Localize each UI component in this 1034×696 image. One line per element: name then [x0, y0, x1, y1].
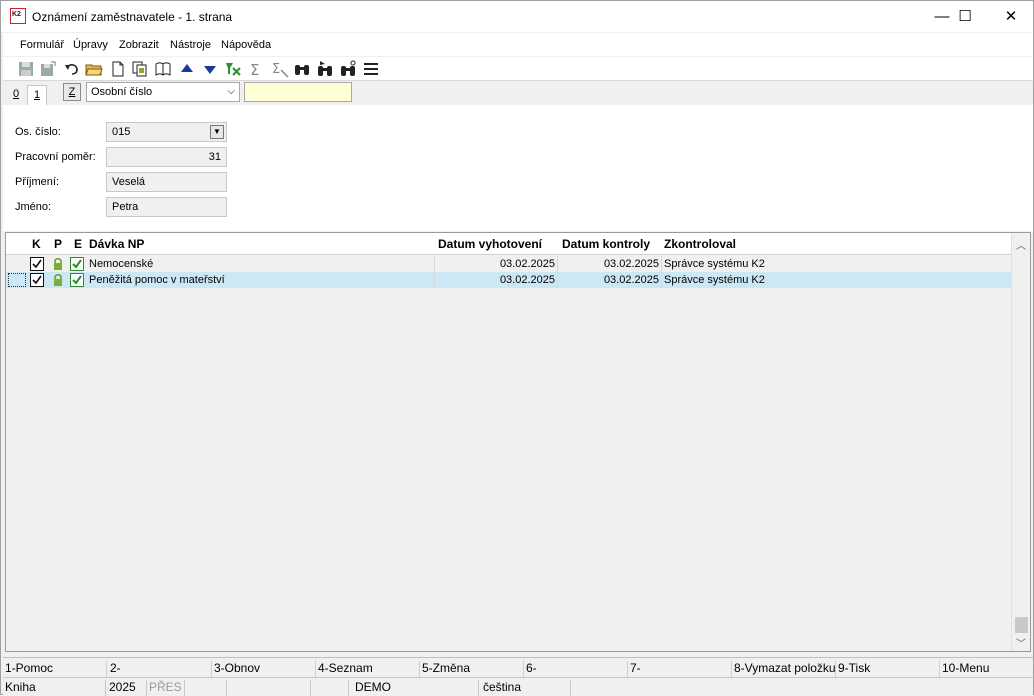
- status-mode: PŘES: [149, 680, 185, 696]
- toolbar: Σ Σ: [3, 57, 1033, 81]
- k2-logo-icon: K2: [10, 8, 26, 24]
- prijmeni-label: Příjmení:: [15, 176, 60, 188]
- lock-icon: [54, 258, 62, 270]
- pracovni-pomer-label: Pracovní poměr:: [15, 151, 96, 163]
- os-cislo-field[interactable]: 015 ▼: [106, 122, 227, 142]
- new-document-icon[interactable]: [109, 60, 127, 78]
- lock-icon: [54, 274, 62, 286]
- scroll-down-icon[interactable]: ﹀: [1016, 635, 1026, 650]
- maximize-button[interactable]: ☐: [942, 1, 988, 32]
- menu-zobrazit[interactable]: Zobrazit: [119, 39, 159, 51]
- window-title: Oznámení zaměstnavatele - 1. strana: [32, 10, 233, 24]
- header-k[interactable]: K: [32, 237, 41, 251]
- sort-select[interactable]: Osobní číslo ⌵: [86, 82, 240, 102]
- checked-e-icon[interactable]: [70, 273, 84, 287]
- header-davka[interactable]: Dávka NP: [89, 237, 144, 251]
- svg-text:Σ: Σ: [250, 61, 259, 78]
- header-zkontroloval[interactable]: Zkontroloval: [664, 237, 736, 251]
- header-p[interactable]: P: [54, 237, 62, 251]
- svg-text:Σ: Σ: [272, 62, 280, 77]
- binoculars-settings-icon[interactable]: [339, 60, 357, 78]
- main-window: K2 Oznámení zaměstnavatele - 1. strana —…: [0, 0, 1034, 696]
- scroll-thumb[interactable]: [1015, 617, 1028, 633]
- sum-icon[interactable]: Σ: [247, 60, 265, 78]
- status-company: DEMO: [355, 680, 479, 696]
- open-folder-icon[interactable]: [85, 60, 103, 78]
- dropdown-arrow-icon[interactable]: ▼: [210, 125, 224, 139]
- table-row-selected[interactable]: Peněžitá pomoc v mateřství 03.02.2025 03…: [6, 272, 1012, 288]
- prijmeni-field: Veselá: [106, 172, 227, 192]
- fkey-6[interactable]: 6-: [526, 661, 628, 677]
- function-key-bar: 1-Pomoc 2- 3-Obnov 4-Seznam 5-Změna 6- 7…: [3, 657, 1033, 677]
- fkey-4[interactable]: 4-Seznam: [318, 661, 420, 677]
- menu-napoveda[interactable]: Nápověda: [221, 39, 271, 51]
- benefits-grid: K P E Dávka NP Datum vyhotovení Datum ko…: [5, 232, 1031, 652]
- row-focus-indicator: [8, 273, 26, 287]
- cell-davka: Nemocenské: [89, 256, 435, 272]
- status-language: čeština: [483, 680, 571, 696]
- jmeno-field: Petra: [106, 197, 227, 217]
- arrow-up-icon[interactable]: [178, 60, 196, 78]
- menu-formular[interactable]: Formulář: [20, 39, 64, 51]
- cell-datum-kontroly: 03.02.2025: [558, 256, 662, 272]
- header-datum-kontroly[interactable]: Datum kontroly: [562, 237, 666, 251]
- pracovni-pomer-field[interactable]: 31: [106, 147, 227, 167]
- fkey-3[interactable]: 3-Obnov: [214, 661, 316, 677]
- fkey-5[interactable]: 5-Změna: [422, 661, 524, 677]
- cell-davka: Peněžitá pomoc v mateřství: [89, 272, 435, 288]
- status-bar: Kniha 2025 PŘES DEMO čeština: [3, 677, 1033, 696]
- title-bar: K2 Oznámení zaměstnavatele - 1. strana —…: [1, 1, 1033, 32]
- fkey-1[interactable]: 1-Pomoc: [5, 661, 107, 677]
- arrow-down-icon[interactable]: [201, 60, 219, 78]
- grid-scrollbar[interactable]: ︿ ﹀: [1011, 233, 1030, 651]
- chevron-down-icon: ⌵: [227, 86, 235, 97]
- sum-filter-icon[interactable]: Σ: [271, 60, 289, 78]
- checked-k-icon[interactable]: [30, 273, 44, 287]
- copy-icon[interactable]: [131, 60, 149, 78]
- cell-datum-vyhotoveni: 03.02.2025: [435, 272, 558, 288]
- fkey-7[interactable]: 7-: [630, 661, 732, 677]
- fkey-2[interactable]: 2-: [110, 661, 212, 677]
- menu-nastroje[interactable]: Nástroje: [170, 39, 211, 51]
- status-empty-3: [313, 680, 349, 696]
- menu-lines-icon[interactable]: [362, 60, 380, 78]
- undo-icon[interactable]: [63, 60, 81, 78]
- menu-upravy[interactable]: Úpravy: [73, 39, 108, 51]
- fkey-9[interactable]: 9-Tisk: [838, 661, 940, 677]
- status-empty-1: [187, 680, 227, 696]
- book-icon[interactable]: [154, 60, 172, 78]
- z-button[interactable]: Z: [63, 83, 81, 101]
- table-row[interactable]: Nemocenské 03.02.2025 03.02.2025 Správce…: [6, 256, 1012, 272]
- checked-k-icon[interactable]: [30, 257, 44, 271]
- os-cislo-label: Os. číslo:: [15, 126, 61, 138]
- fkey-8[interactable]: 8-Vymazat položku: [734, 661, 836, 677]
- checked-e-icon[interactable]: [70, 257, 84, 271]
- binoculars-next-icon[interactable]: [316, 60, 334, 78]
- status-year: 2025: [109, 680, 147, 696]
- search-input[interactable]: [244, 82, 352, 102]
- cell-zkontroloval: Správce systému K2: [664, 258, 765, 270]
- status-empty-2: [229, 680, 311, 696]
- save-icon[interactable]: [17, 60, 35, 78]
- tab-0[interactable]: 0: [6, 85, 26, 105]
- filter-icon[interactable]: [224, 60, 242, 78]
- status-book: Kniha: [5, 680, 106, 696]
- tab-1[interactable]: 1: [27, 85, 47, 106]
- cell-datum-kontroly: 03.02.2025: [558, 272, 662, 288]
- employee-form: Os. číslo: 015 ▼ Pracovní poměr: 31 Příj…: [3, 105, 1033, 231]
- scroll-up-icon[interactable]: ︿: [1016, 237, 1026, 252]
- save-as-icon[interactable]: [39, 60, 57, 78]
- grid-header: K P E Dávka NP Datum vyhotovení Datum ko…: [6, 233, 1012, 255]
- jmeno-label: Jméno:: [15, 201, 52, 213]
- menu-bar: Formulář Úpravy Zobrazit Nástroje Nápově…: [3, 33, 1033, 56]
- tab-row: 0 1 Z Osobní číslo ⌵: [3, 81, 1033, 106]
- cell-zkontroloval: Správce systému K2: [664, 274, 765, 286]
- header-e[interactable]: E: [74, 237, 82, 251]
- cell-datum-vyhotoveni: 03.02.2025: [435, 256, 558, 272]
- close-button[interactable]: ✕: [988, 1, 1034, 32]
- binoculars-icon[interactable]: [293, 60, 311, 78]
- header-datum-vyhotoveni[interactable]: Datum vyhotovení: [438, 237, 560, 251]
- fkey-10[interactable]: 10-Menu: [942, 661, 1030, 677]
